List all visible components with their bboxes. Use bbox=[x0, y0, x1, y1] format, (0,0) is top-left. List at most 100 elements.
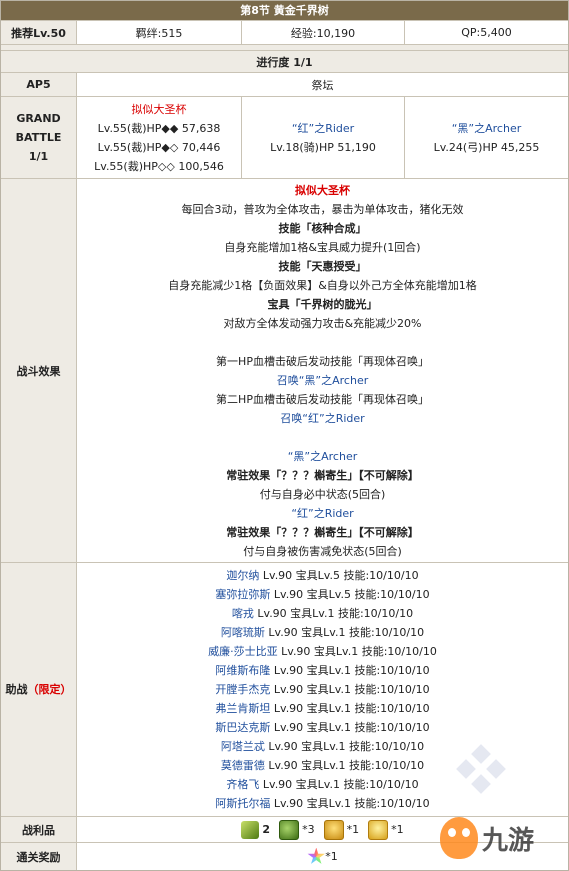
support-item: 阿喀琉斯 Lv.90 宝具Lv.1 技能:10/10/10 bbox=[221, 623, 424, 642]
support-item: 迦尔纳 Lv.90 宝具Lv.5 技能:10/10/10 bbox=[226, 566, 418, 585]
support-servant-detail: Lv.90 宝具Lv.1 技能:10/10/10 bbox=[273, 664, 430, 677]
battle-label: GRAND BATTLE 1/1 bbox=[1, 97, 77, 178]
support-servant-name[interactable]: 喀戎 bbox=[232, 607, 254, 620]
qp-text: QP:5,400 bbox=[461, 26, 512, 39]
watermark-diamond-icon bbox=[451, 744, 511, 807]
support-servant-detail: Lv.90 宝具Lv.1 技能:10/10/10 bbox=[273, 721, 430, 734]
support-item: 斯巴达克斯 Lv.90 宝具Lv.1 技能:10/10/10 bbox=[215, 718, 429, 737]
enemy-rider-name[interactable]: “红”之Rider bbox=[292, 119, 354, 138]
quest-title-text: 第8节 黄金千界树 bbox=[240, 4, 329, 17]
effect-line: 自身充能增加1格&宝具威力提升(1回合) bbox=[224, 240, 421, 254]
effect-line bbox=[321, 333, 325, 352]
support-servant-detail: Lv.90 宝具Lv.1 技能:10/10/10 bbox=[281, 645, 437, 658]
exp-text: 经验:10,190 bbox=[290, 26, 356, 40]
effect-line: 召唤“红”之Rider bbox=[280, 411, 365, 425]
effect-line: 技能「核种合成」 bbox=[278, 221, 367, 235]
ap-location: 祭坛 bbox=[77, 73, 568, 96]
battle-label-line-2: BATTLE bbox=[15, 131, 62, 144]
progress-text: 进行度 1/1 bbox=[256, 55, 313, 69]
ap-row: AP5 祭坛 bbox=[1, 73, 568, 97]
support-servant-name[interactable]: 迦尔纳 bbox=[226, 569, 259, 582]
battle-label-line-3: 1/1 bbox=[28, 150, 49, 163]
loot-count-2: *3 bbox=[302, 823, 315, 836]
loot-count-3: *1 bbox=[346, 823, 360, 836]
support-item: 阿维斯布隆 Lv.90 宝具Lv.1 技能:10/10/10 bbox=[215, 661, 429, 680]
enemy-grail-name[interactable]: 拟似大圣杯 bbox=[132, 100, 187, 119]
effect-line: 自身充能减少1格【负面效果】&自身以外己方全体充能增加1格 bbox=[168, 278, 477, 292]
support-servant-name[interactable]: 斯巴达克斯 bbox=[215, 721, 270, 734]
ap-label-text: AP5 bbox=[26, 78, 51, 91]
enemy-rider: “红”之Rider Lv.18(骑)HP 51,190 bbox=[242, 97, 405, 178]
support-servant-detail: Lv.90 宝具Lv.1 技能:10/10/10 bbox=[262, 778, 419, 791]
bond-text: 羁绊:515 bbox=[135, 26, 183, 40]
mascot-icon bbox=[440, 817, 478, 859]
reward-label-text: 通关奖励 bbox=[16, 850, 61, 864]
effect-line: 召唤“黑”之Archer bbox=[276, 373, 369, 387]
effects-label-text: 战斗效果 bbox=[16, 364, 61, 378]
effect-line: 常驻效果「？？？槲寄生」【不可解除】 bbox=[226, 468, 419, 482]
support-servant-detail: Lv.90 宝具Lv.1 技能:10/10/10 bbox=[273, 702, 430, 715]
effects-content: 拟似大圣杯每回合3动，普攻为全体攻击，暴击为单体攻击，猪化无效 技能「核种合成」自… bbox=[77, 179, 568, 562]
reward-label: 通关奖励 bbox=[1, 843, 77, 870]
support-servant-name[interactable]: 塞弥拉弥斯 bbox=[215, 588, 270, 601]
enemy-grail-hp-2: Lv.55(裁)HP◆◇ 70,446 bbox=[97, 140, 221, 154]
quest-title: 第8节 黄金千界树 bbox=[1, 1, 568, 21]
gold-statue-icon[interactable] bbox=[323, 819, 344, 840]
support-item: 阿塔兰忒 Lv.90 宝具Lv.1 技能:10/10/10 bbox=[221, 737, 424, 756]
support-servant-name[interactable]: 威廉·莎士比亚 bbox=[208, 645, 278, 658]
stats-row: 推荐Lv.50 羁绊:515 经验:10,190 QP:5,400 bbox=[1, 21, 568, 45]
quest-info-table: 第8节 黄金千界树 推荐Lv.50 羁绊:515 经验:10,190 QP:5,… bbox=[0, 0, 569, 871]
loot-count-1: 2 bbox=[262, 823, 271, 836]
effect-line: “红”之Rider bbox=[291, 506, 354, 520]
support-servant-detail: Lv.90 宝具Lv.1 技能:10/10/10 bbox=[268, 759, 425, 772]
support-servant-detail: Lv.90 宝具Lv.1 技能:10/10/10 bbox=[268, 740, 425, 753]
support-servant-detail: Lv.90 宝具Lv.5 技能:10/10/10 bbox=[273, 588, 430, 601]
recommend-level-text: 推荐Lv.50 bbox=[11, 26, 66, 40]
support-label-text: 助战 bbox=[5, 682, 28, 696]
effect-line: 第二HP血槽击破后发动技能「再现体召唤」 bbox=[216, 392, 429, 406]
effect-line: 宝具「千界树的胧光」 bbox=[267, 297, 378, 311]
support-servant-name[interactable]: 弗兰肯斯坦 bbox=[215, 702, 270, 715]
green-gem-icon[interactable] bbox=[241, 820, 260, 839]
effect-line: 每回合3动，普攻为全体攻击，暴击为单体攻击，猪化无效 bbox=[181, 202, 464, 216]
battle-row: GRAND BATTLE 1/1 拟似大圣杯 Lv.55(裁)HP◆◆ 57,6… bbox=[1, 97, 568, 179]
support-servant-name[interactable]: 阿斯托尔福 bbox=[215, 797, 270, 810]
support-servant-name[interactable]: 阿喀琉斯 bbox=[221, 626, 265, 639]
qp-value: QP:5,400 bbox=[405, 21, 568, 44]
progress-row: 进行度 1/1 bbox=[1, 51, 568, 73]
effects-label: 战斗效果 bbox=[1, 179, 77, 562]
support-item: 莫德雷德 Lv.90 宝具Lv.1 技能:10/10/10 bbox=[221, 756, 424, 775]
bond-value: 羁绊:515 bbox=[77, 21, 242, 44]
gold-monument-icon[interactable] bbox=[368, 819, 389, 840]
effect-line bbox=[321, 428, 325, 447]
support-servant-detail: Lv.90 宝具Lv.1 技能:10/10/10 bbox=[273, 797, 430, 810]
effect-line: 付与自身必中状态(5回合) bbox=[259, 487, 386, 501]
support-servant-name[interactable]: 莫德雷德 bbox=[221, 759, 265, 772]
effect-line: 对敌方全体发动强力攻击&充能减少20% bbox=[223, 316, 422, 330]
support-item: 喀戎 Lv.90 宝具Lv.1 技能:10/10/10 bbox=[232, 604, 413, 623]
support-item: 齐格飞 Lv.90 宝具Lv.1 技能:10/10/10 bbox=[226, 775, 418, 794]
loot-count-4: *1 bbox=[391, 823, 404, 836]
effect-line: 拟似大圣杯 bbox=[295, 183, 350, 197]
enemy-grail-hp-1: Lv.55(裁)HP◆◆ 57,638 bbox=[97, 121, 221, 135]
support-servant-name[interactable]: 阿维斯布隆 bbox=[215, 664, 270, 677]
effect-line: “黑”之Archer bbox=[287, 449, 358, 463]
enemy-archer-hp: Lv.24(弓)HP 45,255 bbox=[433, 140, 540, 154]
support-servant-detail: Lv.90 宝具Lv.1 技能:10/10/10 bbox=[273, 683, 430, 696]
reward-count: *1 bbox=[325, 850, 338, 863]
support-servant-name[interactable]: 齐格飞 bbox=[226, 778, 259, 791]
battle-label-line-1: GRAND bbox=[16, 112, 61, 125]
effect-line: 技能「天惠授受」 bbox=[278, 259, 367, 273]
support-item: 弗兰肯斯坦 Lv.90 宝具Lv.1 技能:10/10/10 bbox=[215, 699, 429, 718]
green-leaf-icon[interactable] bbox=[279, 819, 300, 840]
watermark-logo: 九游 bbox=[440, 814, 560, 862]
ap-label: AP5 bbox=[1, 73, 77, 96]
support-servant-name[interactable]: 开膛手杰克 bbox=[215, 683, 270, 696]
support-servant-name[interactable]: 阿塔兰忒 bbox=[221, 740, 265, 753]
support-item: 阿斯托尔福 Lv.90 宝具Lv.1 技能:10/10/10 bbox=[215, 794, 429, 813]
watermark-text: 九游 bbox=[482, 825, 535, 856]
exp-value: 经验:10,190 bbox=[242, 21, 405, 44]
support-servant-detail: Lv.90 宝具Lv.1 技能:10/10/10 bbox=[268, 626, 425, 639]
enemy-archer-name[interactable]: “黑”之Archer bbox=[452, 119, 522, 138]
saint-quartz-icon[interactable] bbox=[307, 847, 325, 864]
